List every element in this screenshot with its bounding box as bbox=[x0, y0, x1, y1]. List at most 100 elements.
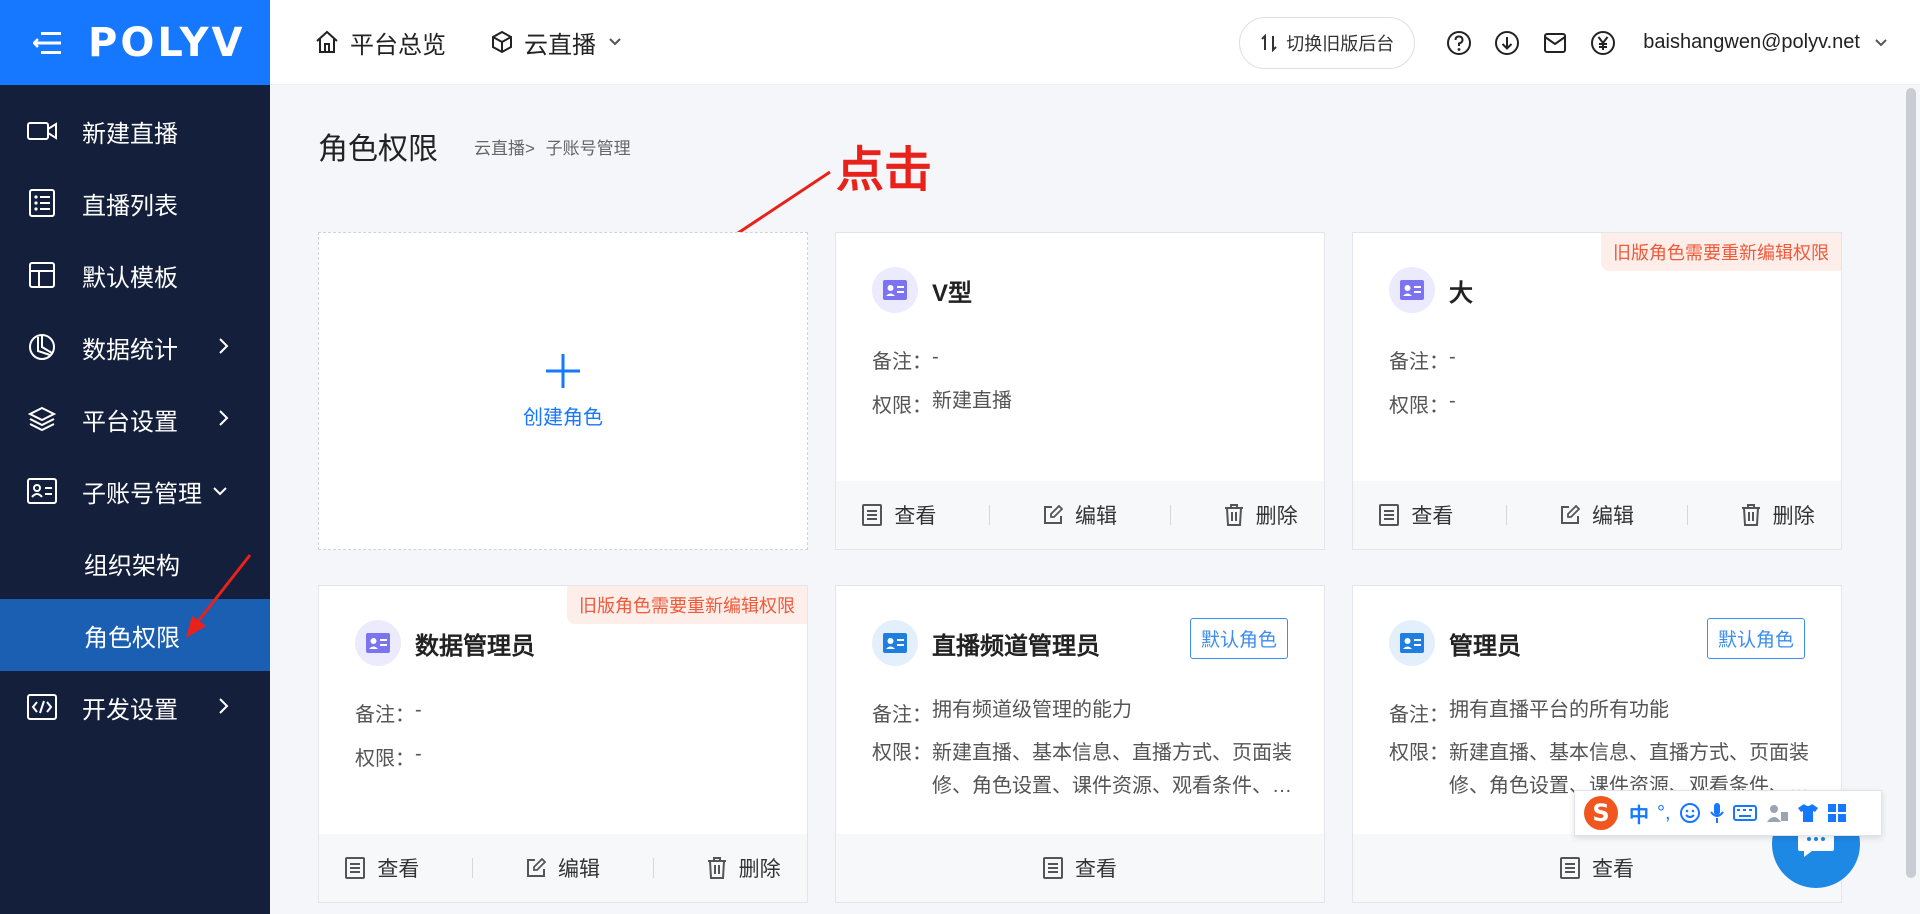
role-permission-row: 权限： - bbox=[355, 742, 422, 771]
remark-label: 备注： bbox=[872, 351, 932, 373]
role-card-actions: 查看 bbox=[1353, 834, 1841, 902]
template-layout-icon bbox=[26, 259, 58, 291]
legacy-warning-badge: 旧版角色需要重新编辑权限 bbox=[1601, 233, 1841, 271]
edit-button[interactable]: 编辑 bbox=[1560, 500, 1634, 530]
sidebar-item-label: 数据统计 bbox=[82, 336, 178, 364]
delete-button[interactable]: 删除 bbox=[1741, 500, 1815, 530]
video-camera-icon bbox=[26, 115, 58, 147]
edit-button[interactable]: 编辑 bbox=[526, 853, 600, 883]
sidebar-item-default-template[interactable]: 默认模板 bbox=[0, 239, 270, 311]
role-remark-row: 备注： 拥有直播平台的所有功能 bbox=[1389, 698, 1669, 727]
nav-cloud-live[interactable]: 云直播 bbox=[490, 25, 622, 60]
sidebar-item-new-live[interactable]: 新建直播 bbox=[0, 95, 270, 167]
role-permission: - bbox=[415, 743, 422, 765]
edit-label: 编辑 bbox=[557, 858, 600, 881]
sidebar-item-label: 开发设置 bbox=[82, 696, 178, 724]
document-icon bbox=[1560, 857, 1580, 879]
sidebar-item-statistics[interactable]: 数据统计 bbox=[0, 311, 270, 383]
role-remark-row: 备注： - bbox=[355, 698, 422, 727]
user-menu[interactable]: baishangwen@polyv.net bbox=[1643, 31, 1888, 54]
sidebar-item-live-list[interactable]: 直播列表 bbox=[0, 167, 270, 239]
role-card: V型 备注： - 权限： 新建直播 查看 编辑 删除 bbox=[835, 232, 1325, 550]
role-card-actions: 查看 bbox=[836, 834, 1324, 902]
chevron-right-icon bbox=[218, 695, 230, 723]
role-permission-row: 权限： - bbox=[1389, 389, 1456, 418]
id-card-icon bbox=[26, 475, 58, 507]
breadcrumb-separator: > bbox=[525, 139, 535, 158]
trash-icon bbox=[1224, 504, 1244, 526]
sidebar: POLYV 新建直播 直播列表 默认模板 数据统计 平台设置 子账号管理 组织架… bbox=[0, 0, 270, 914]
ime-mode-toggle[interactable]: 中 bbox=[1629, 799, 1649, 828]
polyv-logo[interactable]: POLYV bbox=[88, 20, 246, 66]
microphone-icon[interactable] bbox=[1709, 802, 1725, 824]
default-role-badge: 默认角色 bbox=[1706, 618, 1805, 659]
role-card-actions: 查看 编辑 删除 bbox=[319, 834, 807, 902]
sidebar-item-platform-settings[interactable]: 平台设置 bbox=[0, 383, 270, 455]
view-button[interactable]: 查看 bbox=[1043, 853, 1117, 883]
sidebar-item-dev-settings[interactable]: 开发设置 bbox=[0, 671, 270, 743]
role-permission-row: 权限：新建直播、基本信息、直播方式、页面装修、角色设置、课件资源、观看条件、数据… bbox=[872, 737, 1298, 803]
role-card-actions: 查看 编辑 删除 bbox=[836, 481, 1324, 549]
mail-icon[interactable] bbox=[1540, 28, 1570, 58]
role-remark: - bbox=[932, 346, 939, 368]
sidebar-item-label: 默认模板 bbox=[82, 264, 178, 292]
role-card: 旧版角色需要重新编辑权限 数据管理员 备注： - 权限： - 查看 编辑 删除 bbox=[318, 585, 808, 903]
role-avatar-icon bbox=[355, 620, 401, 666]
top-bar: 平台总览 云直播 切换旧版后台 baishangwen@polyv.net bbox=[270, 0, 1920, 85]
help-icon[interactable] bbox=[1444, 28, 1474, 58]
switch-old-version-button[interactable]: 切换旧版后台 bbox=[1239, 16, 1416, 69]
sidebar-item-label: 子账号管理 bbox=[82, 480, 202, 508]
role-avatar-icon bbox=[1389, 267, 1435, 313]
sidebar-item-label: 平台设置 bbox=[82, 408, 178, 436]
page-title: 角色权限 bbox=[318, 133, 438, 166]
page-scrollbar[interactable] bbox=[1906, 88, 1916, 878]
nav-platform-overview[interactable]: 平台总览 bbox=[314, 25, 446, 60]
svg-text:S: S bbox=[1592, 799, 1609, 827]
download-icon[interactable] bbox=[1492, 28, 1522, 58]
ime-punctuation-toggle[interactable]: °, bbox=[1657, 802, 1671, 825]
view-label: 查看 bbox=[894, 505, 937, 528]
user-skin-icon[interactable] bbox=[1765, 802, 1789, 824]
role-card-header: 管理员 bbox=[1389, 620, 1521, 666]
delete-button[interactable]: 删除 bbox=[707, 853, 781, 883]
role-name: 大 bbox=[1449, 279, 1473, 307]
ime-toolbar: S 中 °, bbox=[1574, 790, 1882, 836]
chevron-down-icon bbox=[1874, 38, 1888, 48]
yen-icon[interactable] bbox=[1588, 28, 1618, 58]
breadcrumb-item[interactable]: 云直播 bbox=[474, 139, 525, 158]
divider bbox=[472, 858, 474, 878]
view-button[interactable]: 查看 bbox=[1560, 853, 1634, 883]
menu-toggle-icon[interactable] bbox=[30, 25, 66, 61]
permission-label: 权限： bbox=[1389, 395, 1449, 417]
nav-label: 平台总览 bbox=[350, 31, 446, 59]
view-button[interactable]: 查看 bbox=[345, 853, 419, 883]
role-remark-row: 备注： 拥有频道级管理的能力 bbox=[872, 698, 1132, 727]
edit-button[interactable]: 编辑 bbox=[1043, 500, 1117, 530]
remark-label: 备注： bbox=[355, 704, 415, 726]
default-role-badge: 默认角色 bbox=[1189, 618, 1288, 659]
view-button[interactable]: 查看 bbox=[1379, 500, 1453, 530]
role-avatar-icon bbox=[872, 267, 918, 313]
trash-icon bbox=[707, 857, 727, 879]
pie-chart-icon bbox=[26, 331, 58, 363]
document-icon bbox=[345, 857, 366, 879]
sogou-logo-icon[interactable]: S bbox=[1581, 793, 1621, 833]
breadcrumb-item[interactable]: 子账号管理 bbox=[546, 139, 631, 158]
role-name: 直播频道管理员 bbox=[932, 632, 1100, 660]
role-card-header: 数据管理员 bbox=[355, 620, 535, 666]
annotation-arrow-sidebar bbox=[186, 554, 252, 638]
trash-icon bbox=[1741, 504, 1761, 526]
role-card-header: 直播频道管理员 bbox=[872, 620, 1100, 666]
sidebar-item-subaccount[interactable]: 子账号管理 bbox=[0, 455, 270, 527]
emoji-icon[interactable] bbox=[1679, 802, 1701, 824]
role-card-header: 大 bbox=[1389, 267, 1473, 313]
code-icon bbox=[26, 691, 58, 723]
tshirt-icon[interactable] bbox=[1797, 803, 1819, 823]
grid-menu-icon[interactable] bbox=[1827, 803, 1847, 823]
document-icon bbox=[1379, 504, 1400, 526]
role-remark: 拥有直播平台的所有功能 bbox=[1449, 699, 1669, 721]
delete-button[interactable]: 删除 bbox=[1224, 500, 1298, 530]
keyboard-icon[interactable] bbox=[1732, 805, 1757, 821]
create-role-card[interactable]: 创建角色 bbox=[318, 232, 808, 550]
view-button[interactable]: 查看 bbox=[862, 500, 936, 530]
